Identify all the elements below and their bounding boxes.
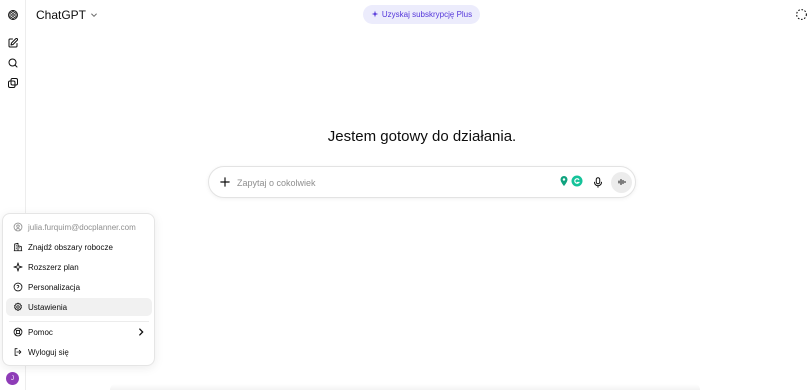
search-icon[interactable] <box>5 55 21 71</box>
extension-badges[interactable] <box>558 175 584 190</box>
account-menu: julia.furquim@docplanner.com Znajdź obsz… <box>2 213 155 366</box>
page-title: Jestem gotowy do działania. <box>327 128 517 145</box>
voice-mode-button[interactable] <box>611 172 632 193</box>
library-icon[interactable] <box>5 75 21 91</box>
menu-divider <box>9 321 149 322</box>
openai-logo-icon[interactable] <box>5 7 21 23</box>
microphone-icon[interactable] <box>591 175 605 190</box>
building-icon <box>12 241 24 253</box>
model-switcher[interactable]: ChatGPT <box>36 7 98 23</box>
chevron-right-icon <box>139 328 144 336</box>
extension-icon <box>558 174 570 192</box>
temporary-chat-icon[interactable] <box>795 8 808 21</box>
composer <box>208 166 636 198</box>
personalization-icon <box>12 281 24 293</box>
menu-item-personalization[interactable]: Personalizacja <box>6 278 152 296</box>
logout-icon <box>12 346 24 358</box>
menu-item-label: Pomoc <box>28 327 53 337</box>
grammarly-icon <box>571 174 583 192</box>
menu-item-label: Ustawienia <box>28 302 68 312</box>
sparkle-icon <box>12 261 24 273</box>
menu-item-settings[interactable]: Ustawienia <box>6 298 152 316</box>
menu-account-email: julia.furquim@docplanner.com <box>6 218 152 236</box>
menu-item-label: Znajdź obszary robocze <box>28 242 113 252</box>
lifebuoy-icon <box>12 326 24 338</box>
bottom-panel-edge <box>110 384 700 390</box>
menu-item-workspaces[interactable]: Znajdź obszary robocze <box>6 238 152 256</box>
prompt-input[interactable] <box>237 174 537 191</box>
account-email: julia.furquim@docplanner.com <box>28 222 136 232</box>
upgrade-plus-label: Uzyskaj subskrypcję Plus <box>381 10 473 19</box>
voice-mode-icon <box>617 174 627 192</box>
menu-item-label: Rozszerz plan <box>28 262 79 272</box>
avatar[interactable]: J <box>6 372 19 385</box>
user-circle-icon <box>12 221 24 233</box>
upgrade-plus-button[interactable]: Uzyskaj subskrypcję Plus <box>363 5 480 24</box>
menu-item-label: Personalizacja <box>28 282 81 292</box>
model-name: ChatGPT <box>36 8 87 22</box>
menu-item-label: Wyloguj się <box>28 347 69 357</box>
sparkle-icon <box>371 10 379 20</box>
new-chat-icon[interactable] <box>5 35 21 51</box>
gear-icon <box>12 301 24 313</box>
chevron-down-icon <box>90 6 98 24</box>
menu-item-upgrade-plan[interactable]: Rozszerz plan <box>6 258 152 276</box>
menu-item-logout[interactable]: Wyloguj się <box>6 343 152 361</box>
plus-icon[interactable] <box>218 175 232 189</box>
menu-item-help[interactable]: Pomoc <box>6 323 152 341</box>
